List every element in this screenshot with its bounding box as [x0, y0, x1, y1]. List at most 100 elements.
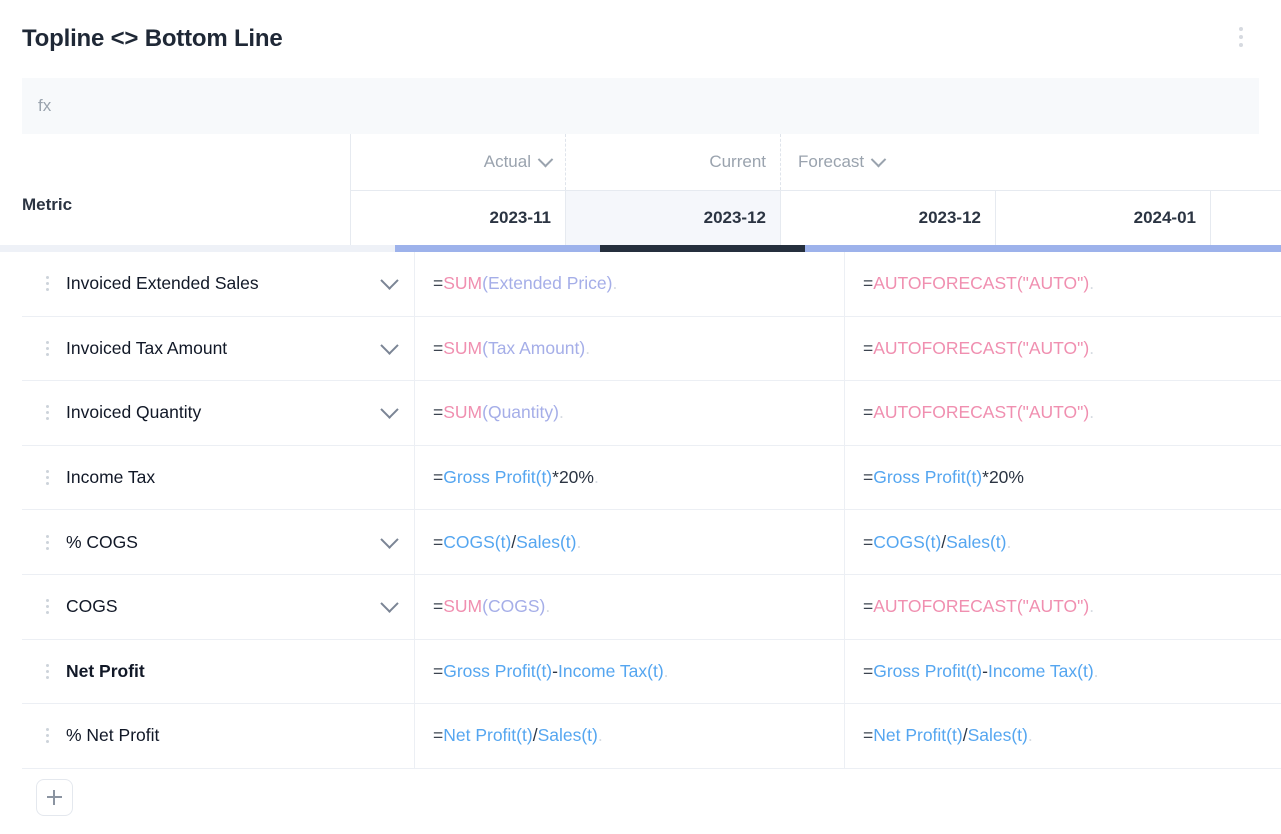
chevron-down-icon[interactable] — [380, 271, 399, 291]
date-column-forecast-2023-12[interactable]: 2023-12 — [781, 191, 996, 245]
formula-token: . — [545, 596, 551, 617]
forecast-formula-cell[interactable]: = AUTOFORECAST("AUTO"). — [845, 252, 1281, 316]
formula-token: *20% — [982, 467, 1024, 488]
actual-formula-cell[interactable]: = Gross Profit(t) - Income Tax(t). — [415, 639, 845, 704]
chevron-down-icon[interactable] — [380, 336, 399, 355]
formula-token: = — [433, 402, 444, 423]
drag-handle-icon[interactable] — [36, 271, 58, 297]
actual-formula-cell[interactable]: = SUM (Quantity). — [415, 381, 845, 445]
table-row: % Net Profit = Net Profit(t) / Sales(t). = Net… — [22, 704, 1281, 769]
formula-token: . — [612, 273, 618, 294]
metric-cell[interactable]: COGS — [22, 574, 415, 639]
date-column-forecast-2024-01[interactable]: 2024-01 — [996, 191, 1211, 245]
metric-cell[interactable]: Invoiced Tax Amount — [22, 316, 415, 381]
metric-cell[interactable]: Income Tax — [22, 445, 415, 510]
forecast-formula-cell[interactable]: = Net Profit(t) / Sales(t). — [845, 704, 1281, 768]
actual-formula-cell[interactable]: = SUM (COGS). — [415, 574, 845, 639]
fx-label: fx — [38, 96, 52, 115]
grid-header: Metric Actual Current Forecast 2023-11 2… — [0, 134, 1281, 245]
forecast-formula-cell[interactable]: = AUTOFORECAST("AUTO"). — [845, 381, 1281, 445]
column-group-actual[interactable]: Actual — [351, 134, 566, 190]
formula-token: = — [433, 660, 444, 681]
kebab-menu-icon[interactable] — [1231, 20, 1251, 54]
drag-dot — [45, 534, 49, 538]
metric-name: Income Tax — [66, 467, 156, 488]
drag-handle-icon[interactable] — [36, 400, 58, 426]
formula-token: = — [863, 660, 874, 681]
formula-token: SUM — [443, 273, 483, 294]
metric-cell[interactable]: Net Profit — [22, 639, 415, 704]
formula-token: Sales(t) — [537, 725, 598, 746]
drag-dot — [45, 346, 49, 350]
actual-formula-cell[interactable]: = Gross Profit(t) *20%. — [415, 445, 845, 510]
metric-cell[interactable]: Invoiced Quantity — [22, 381, 415, 445]
chevron-down-icon[interactable] — [870, 151, 887, 167]
card-titlebar: Topline <> Bottom Line — [0, 0, 1281, 78]
metric-cell[interactable]: % COGS — [22, 510, 415, 574]
formula-token: = — [433, 467, 444, 488]
actual-formula-cell[interactable]: = SUM (Tax Amount). — [415, 316, 845, 381]
actual-formula-cell[interactable]: = Net Profit(t) / Sales(t). — [415, 704, 845, 768]
table-row: % COGS = COGS(t) / Sales(t). = COGS(t) / Sales(t… — [22, 510, 1281, 575]
drag-handle-icon[interactable] — [36, 594, 58, 620]
formula-token: . — [1093, 660, 1099, 681]
kebab-dot — [1239, 27, 1243, 31]
chevron-down-icon[interactable] — [380, 530, 399, 549]
forecast-formula-cell[interactable]: = COGS(t) / Sales(t). — [845, 510, 1281, 574]
formula-token: . — [1089, 596, 1095, 617]
formula-token: SUM — [443, 337, 483, 358]
forecast-formula-cell[interactable]: = AUTOFORECAST("AUTO"). — [845, 317, 1281, 381]
forecast-formula-cell[interactable]: = Gross Profit(t) - Income Tax(t). — [845, 640, 1281, 704]
date-column-2023-11[interactable]: 2023-11 — [351, 191, 566, 245]
column-group-forecast-label: Forecast — [798, 152, 865, 171]
chevron-down-icon[interactable] — [537, 151, 554, 167]
column-group-forecast[interactable]: Forecast — [781, 134, 1281, 190]
metric-name: Invoiced Tax Amount — [66, 337, 228, 358]
actual-formula-cell[interactable]: = SUM (Extended Price). — [415, 252, 845, 316]
metric-name: % Net Profit — [66, 725, 160, 746]
drag-handle-icon[interactable] — [36, 465, 58, 491]
forecast-formula-cell[interactable]: = AUTOFORECAST("AUTO"). — [845, 575, 1281, 639]
drag-dot — [45, 470, 49, 474]
add-row-button[interactable] — [36, 779, 73, 817]
drag-dot — [45, 675, 49, 679]
formula-token: (Quantity) — [482, 402, 559, 423]
drag-dot — [45, 276, 49, 280]
drag-dot — [45, 611, 49, 615]
formula-token: COGS(t) — [443, 531, 512, 552]
accent-bar-forecast-2023-12 — [804, 245, 1010, 252]
formula-token: Income Tax(t) — [987, 660, 1094, 681]
date-column-label: 2023-12 — [918, 208, 981, 227]
drag-handle-icon[interactable] — [36, 529, 58, 555]
metric-name: Invoiced Extended Sales — [66, 273, 259, 294]
drag-dot — [45, 411, 49, 415]
formula-bar[interactable]: fx — [22, 78, 1259, 134]
formula-token: . — [576, 531, 582, 552]
table-row: Invoiced Tax Amount = SUM (Tax Amount). = AUT… — [22, 316, 1281, 382]
drag-dot — [45, 599, 49, 603]
drag-handle-icon[interactable] — [36, 335, 58, 361]
forecast-formula-cell[interactable]: = Gross Profit(t) *20% — [845, 446, 1281, 510]
chevron-down-icon[interactable] — [380, 400, 399, 420]
column-group-current[interactable]: Current — [566, 134, 781, 190]
formula-token: = — [433, 273, 444, 294]
metric-cell[interactable]: Invoiced Extended Sales — [22, 252, 415, 316]
formula-token: = — [863, 273, 874, 294]
drag-handle-icon[interactable] — [36, 723, 58, 749]
chevron-down-icon[interactable] — [380, 594, 399, 614]
accent-bar-2023-11 — [395, 245, 601, 252]
formula-token: AUTOFORECAST("AUTO") — [873, 337, 1090, 358]
formula-token: Sales(t) — [946, 531, 1007, 552]
accent-bar-spacer — [1214, 245, 1281, 252]
drag-dot — [45, 728, 49, 732]
date-column-current-2023-12[interactable]: 2023-12 — [566, 191, 781, 245]
formula-token: AUTOFORECAST("AUTO") — [873, 596, 1090, 617]
metric-cell[interactable]: % Net Profit — [22, 704, 415, 768]
drag-dot — [45, 740, 49, 744]
formula-token: . — [597, 725, 603, 746]
actual-formula-cell[interactable]: = COGS(t) / Sales(t). — [415, 510, 845, 574]
drag-dot — [45, 352, 49, 356]
drag-dot — [45, 476, 49, 480]
metric-name: Net Profit — [66, 660, 145, 681]
drag-handle-icon[interactable] — [36, 658, 58, 684]
